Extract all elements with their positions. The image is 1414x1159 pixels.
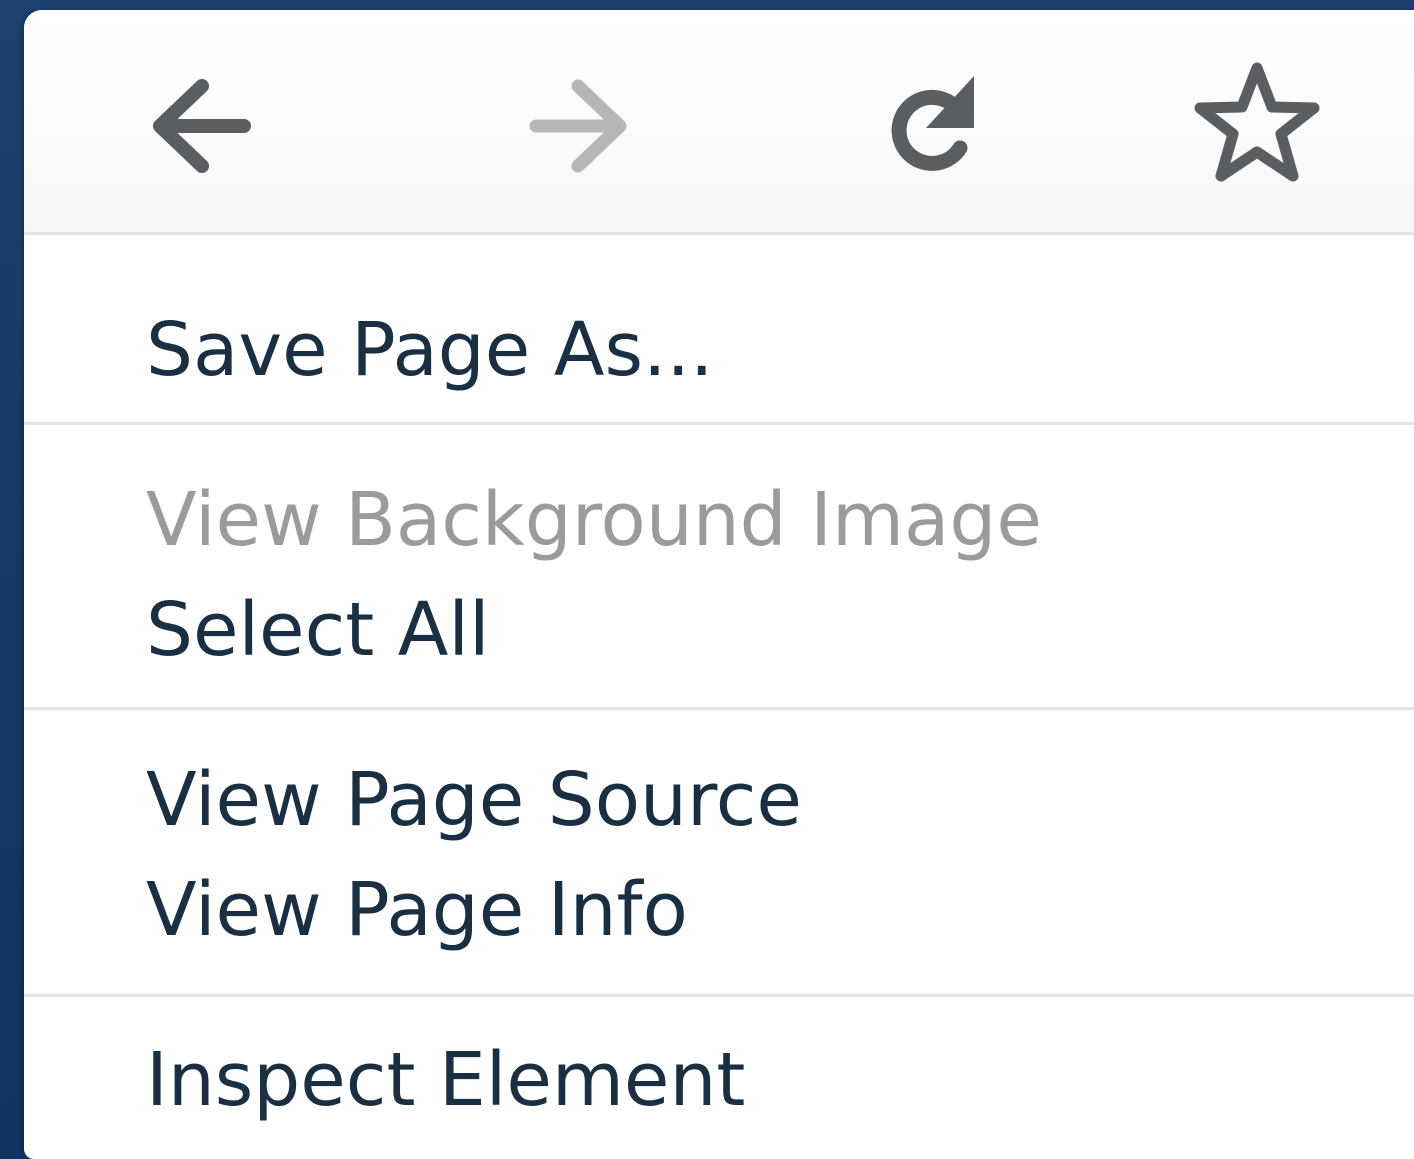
menu-item-save-page-as[interactable]: Save Page As... <box>146 300 714 400</box>
back-arrow-icon <box>153 79 251 173</box>
menu-item-inspect-element[interactable]: Inspect Element <box>146 1030 745 1130</box>
menu-separator <box>24 994 1414 997</box>
navigation-toolbar <box>24 10 1414 235</box>
menu-item-view-page-info[interactable]: View Page Info <box>146 860 688 960</box>
forward-button[interactable] <box>516 58 646 188</box>
reload-icon <box>891 76 974 171</box>
menu-separator <box>24 707 1414 710</box>
back-button[interactable] <box>134 58 264 188</box>
context-menu: Save Page As... View Background Image Se… <box>24 10 1414 1159</box>
menu-item-select-all[interactable]: Select All <box>146 580 490 680</box>
menu-item-view-background-image: View Background Image <box>146 477 1042 563</box>
forward-arrow-icon <box>529 79 627 173</box>
reload-button[interactable] <box>866 58 996 188</box>
menu-separator <box>24 422 1414 425</box>
bookmark-button[interactable] <box>1192 58 1322 188</box>
menu-item-view-page-source[interactable]: View Page Source <box>146 750 802 850</box>
star-bookmark-icon <box>1194 62 1320 182</box>
